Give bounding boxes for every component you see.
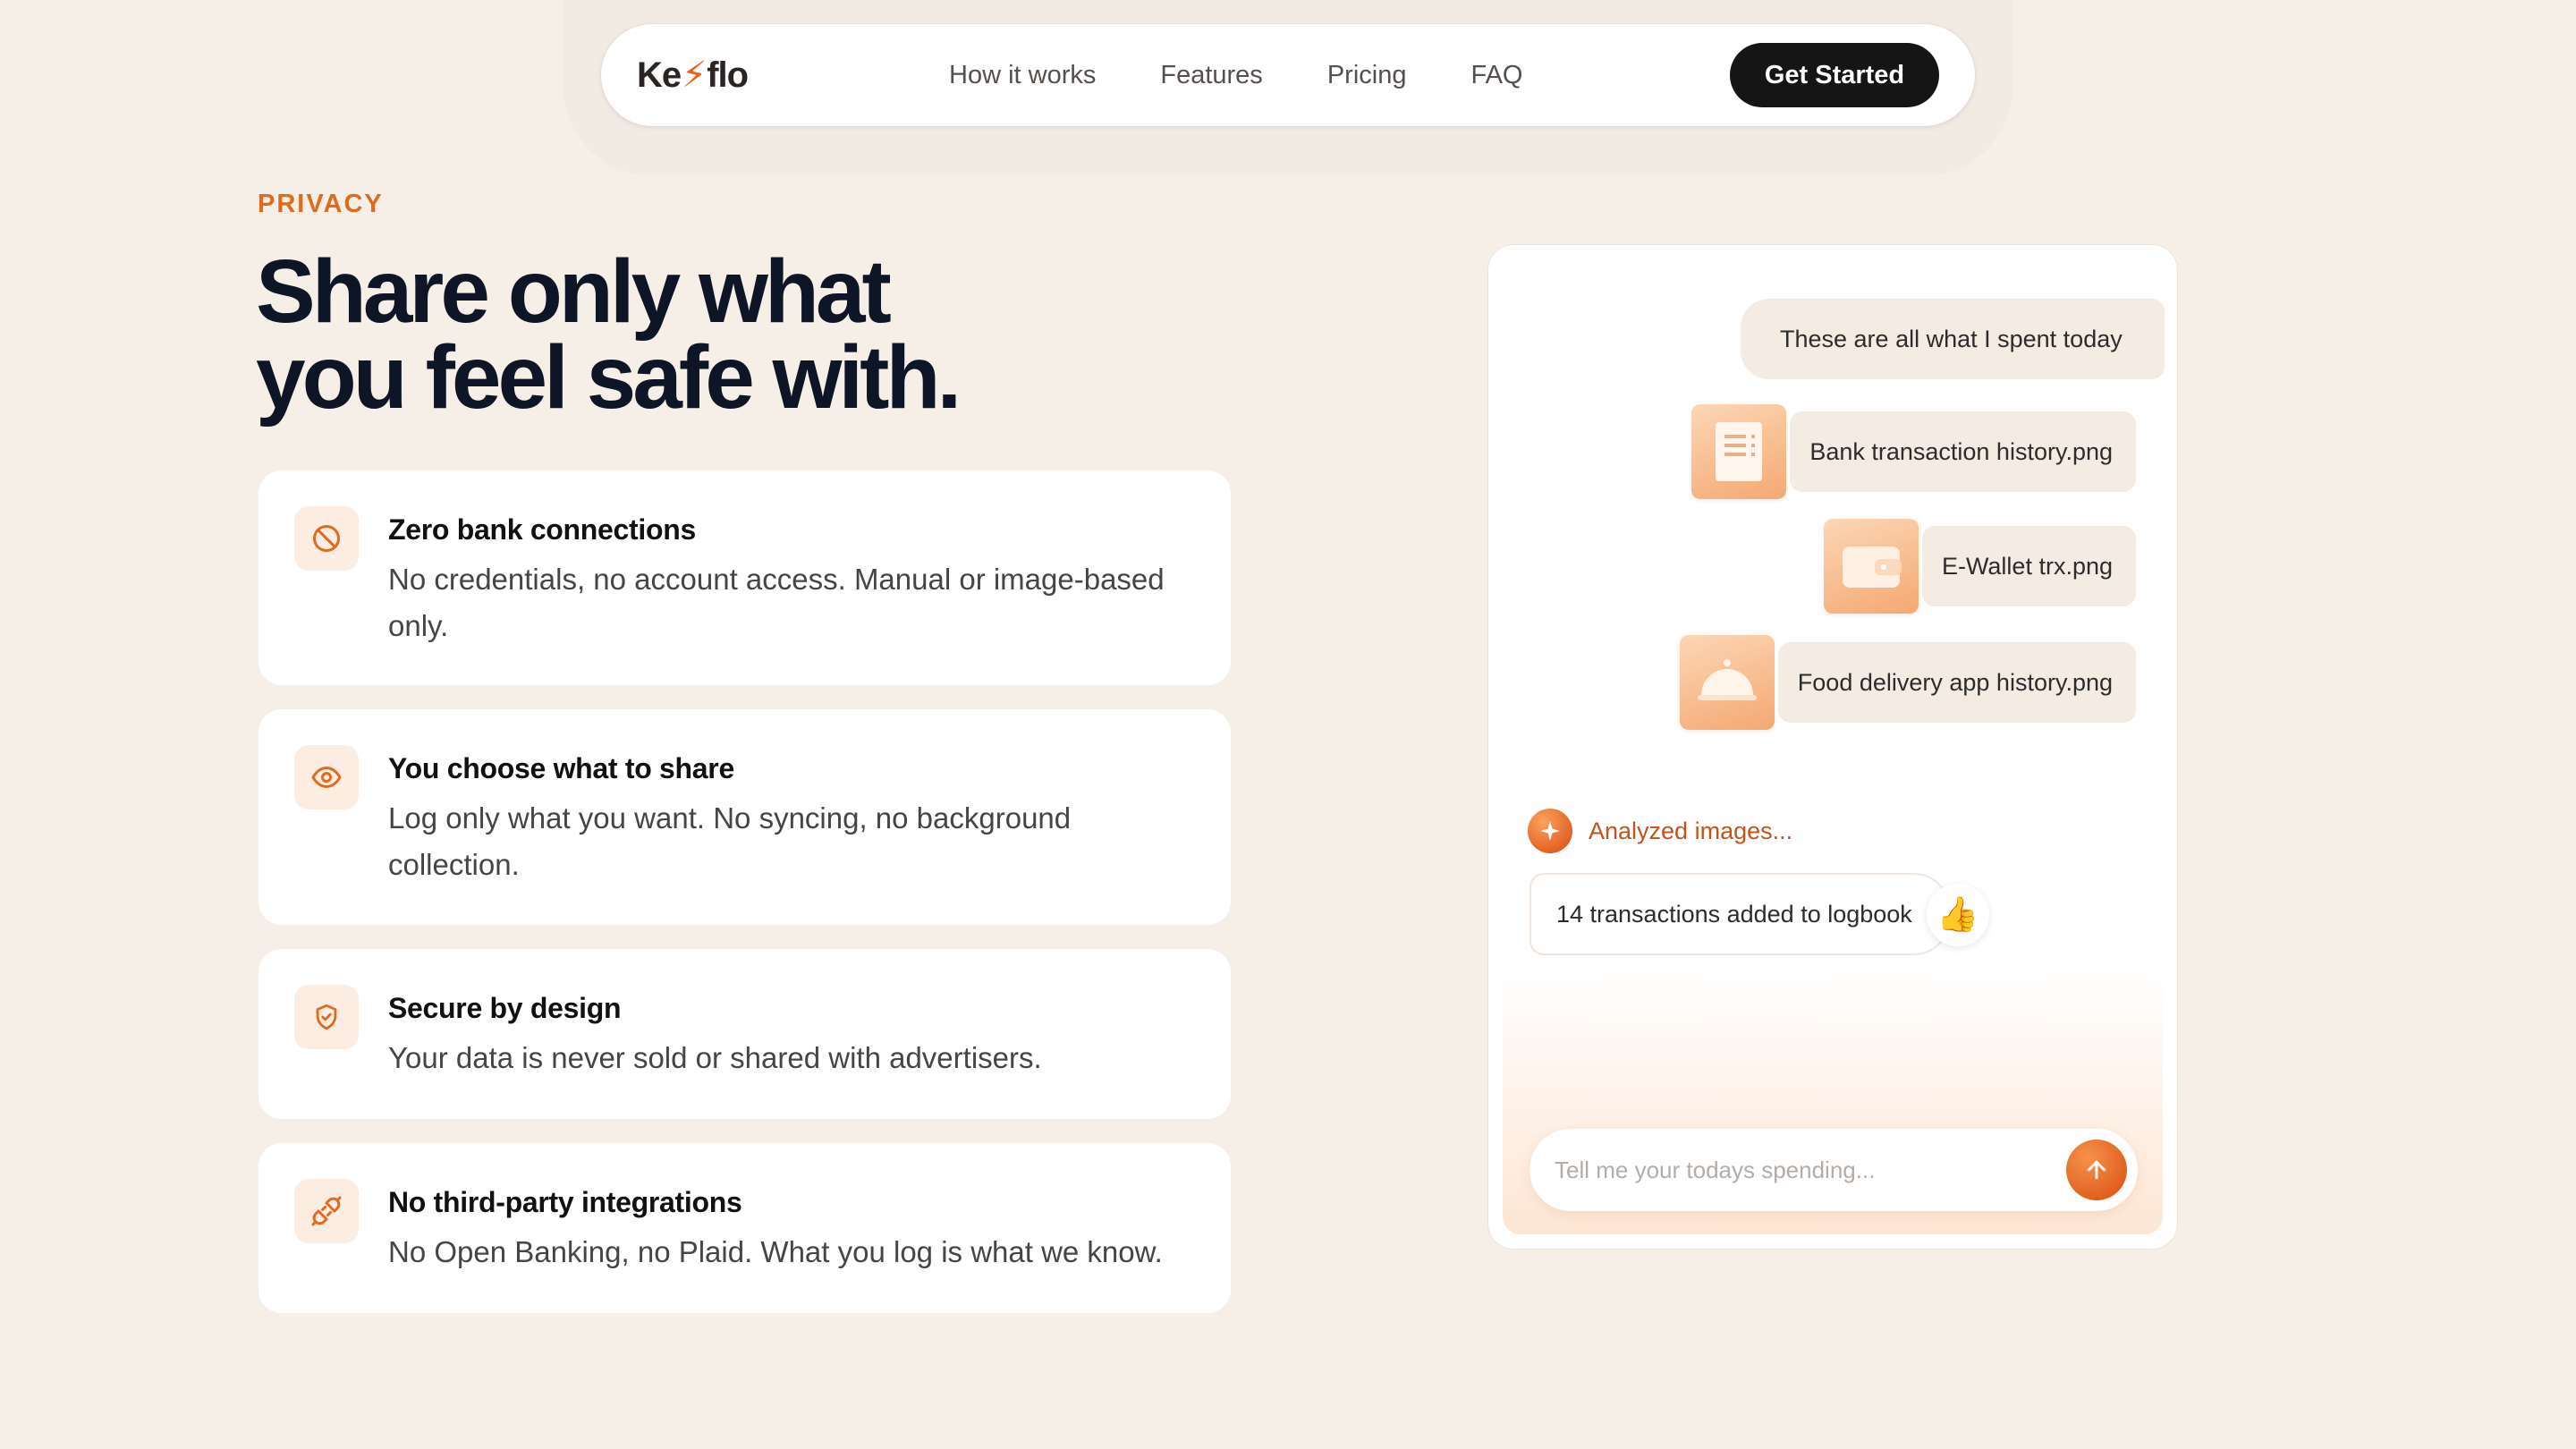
feature-card-secure: Secure by design Your data is never sold… [258,949,1231,1119]
status-text: Analyzed images... [1589,817,1793,844]
shield-check-icon [294,985,359,1049]
brand-logo[interactable]: Ke ⚡ flo [637,51,749,99]
feature-title: No third-party integrations [388,1186,742,1218]
logo-bolt-icon: ⚡ [682,55,707,95]
nav-link-faq[interactable]: FAQ [1470,61,1522,90]
unplug-icon [294,1179,359,1243]
user-message: These are all what I spent today [1741,299,2165,379]
feature-desc: Your data is never sold or shared with a… [388,1041,1042,1074]
nav-links: How it works Features Pricing FAQ [949,24,1587,126]
headline-line-2: you feel safe with. [256,327,962,428]
arrow-up-icon [2087,1160,2106,1180]
attachment-name: Bank transaction history.png [1790,411,2136,492]
result-message: 14 transactions added to logbook [1530,873,1950,955]
feature-card-choose-share: You choose what to share Log only what y… [258,709,1231,925]
get-started-button[interactable]: Get Started [1730,43,1939,107]
feature-desc: Log only what you want. No syncing, no b… [388,801,1072,881]
nav-link-features[interactable]: Features [1160,61,1262,90]
chat-composer [1530,1129,2138,1211]
thumbs-up-icon[interactable]: 👍 [1927,884,1989,946]
attachment-bank[interactable]: Bank transaction history.png [1691,404,2136,499]
receipt-icon [1691,404,1787,499]
feature-title: Secure by design [388,992,622,1024]
feature-title: Zero bank connections [388,513,696,546]
send-button[interactable] [2066,1140,2127,1200]
wallet-icon [1823,519,1919,614]
attachment-name: E-Wallet trx.png [1921,526,2136,606]
attachment-name: Food delivery app history.png [1777,642,2136,723]
nav-link-how-it-works[interactable]: How it works [949,61,1096,90]
logo-prefix: Ke [637,55,682,95]
sparkle-icon [1528,809,1572,853]
feature-desc: No Open Banking, no Plaid. What you log … [388,1235,1163,1268]
analysis-status: Analyzed images... [1528,809,1792,853]
ban-icon [294,506,359,571]
feature-card-zero-bank: Zero bank connections No credentials, no… [258,470,1231,685]
chat-demo-panel: These are all what I spent today Bank tr… [1488,245,2177,1249]
nav-link-pricing[interactable]: Pricing [1327,61,1407,90]
food-cloche-icon [1679,635,1775,730]
feature-title: You choose what to share [388,752,734,784]
attachment-ewallet[interactable]: E-Wallet trx.png [1823,519,2136,614]
top-nav: Ke ⚡ flo How it works Features Pricing FAQ… [601,24,1975,126]
attachment-food[interactable]: Food delivery app history.png [1679,635,2136,730]
logo-suffix: flo [707,55,749,95]
spending-input[interactable] [1555,1129,2038,1211]
page-title: Share only what you feel safe with. [256,247,1061,422]
feature-list: Zero bank connections No credentials, no… [258,470,1231,1337]
eye-icon [294,745,359,809]
feature-card-no-integrations: No third-party integrations No Open Bank… [258,1143,1231,1313]
feature-desc: No credentials, no account access. Manua… [388,563,1165,642]
section-eyebrow: PRIVACY [258,190,384,218]
